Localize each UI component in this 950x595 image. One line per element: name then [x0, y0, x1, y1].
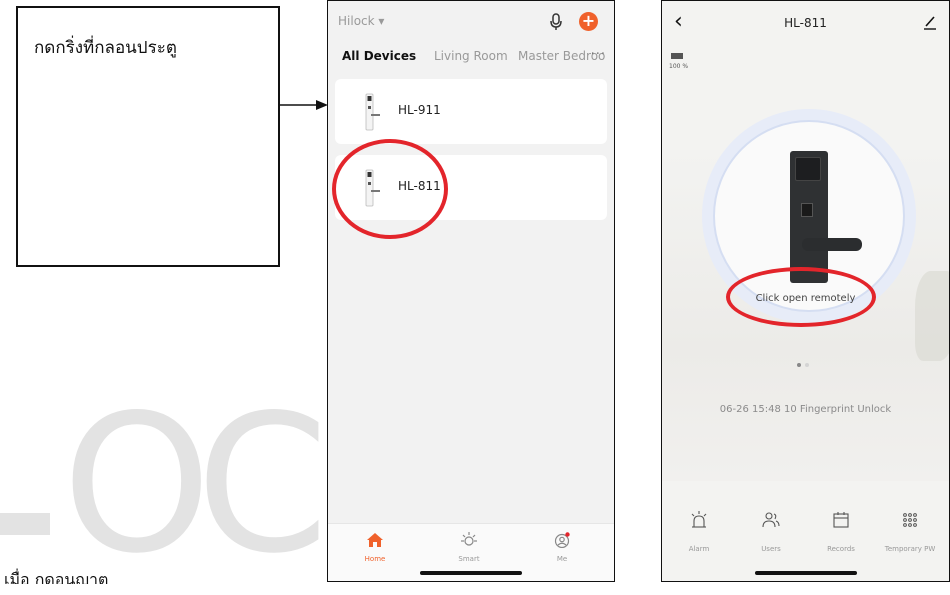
home-indicator [420, 571, 522, 575]
tab-living-room[interactable]: Living Room [434, 49, 508, 63]
add-device-button[interactable]: + [579, 12, 598, 31]
arrow-right-icon [280, 100, 328, 110]
action-label: Users [761, 545, 781, 553]
keypad-icon [903, 513, 917, 527]
temporary-password-button[interactable]: Temporary PW [875, 511, 945, 553]
home-selector[interactable]: Hilock ▾ [338, 14, 384, 28]
tab-me[interactable]: Me [537, 532, 587, 563]
battery-icon [671, 53, 683, 59]
more-tabs-icon[interactable]: ··· [591, 47, 606, 62]
action-label: Alarm [688, 545, 710, 553]
instruction-note: กดกริ่งที่กลอนประตู [16, 6, 280, 267]
device-list-screen: Hilock ▾ + All Devices Living Room Maste… [327, 0, 615, 582]
highlight-circle [726, 267, 876, 327]
tab-label: Smart [458, 555, 480, 563]
home-indicator [754, 571, 857, 575]
top-bar: Hilock ▾ + [338, 11, 604, 33]
tab-label: Me [556, 555, 568, 563]
header: ‹ HL-811 [662, 11, 949, 35]
watermark-letter: O [62, 374, 212, 595]
calendar-icon [833, 512, 849, 528]
tab-home[interactable]: Home [350, 532, 400, 563]
page-indicator [797, 352, 813, 371]
home-icon [367, 533, 383, 547]
tab-smart[interactable]: Smart [444, 532, 494, 563]
profile-icon [554, 532, 570, 549]
highlight-circle [332, 139, 448, 239]
bottom-tab-bar: Home Smart Me [328, 523, 614, 581]
device-name: HL-911 [398, 103, 441, 117]
edit-pencil-icon[interactable] [923, 14, 937, 30]
alarm-button[interactable]: Alarm [664, 511, 734, 553]
users-button[interactable]: Users [736, 511, 806, 553]
room-tabs: All Devices Living Room Master Bedroo ··… [342, 47, 608, 69]
action-label: Records [827, 545, 855, 553]
watermark-bar [0, 513, 50, 535]
lock-display [795, 157, 821, 181]
latest-record: 06-26 15:48 10 Fingerprint Unlock [719, 404, 892, 415]
alarm-icon [691, 511, 707, 528]
lock-detail-screen: ‹ HL-811 100 % Click open remotely 06-26… [661, 0, 950, 582]
watermark-letter: C [196, 374, 329, 595]
microphone-icon[interactable] [548, 13, 564, 31]
bottom-caption: เมื่อ กดอนุญาต [4, 570, 109, 584]
users-icon [762, 512, 780, 528]
instruction-text: กดกริ่งที่กลอนประตู [34, 38, 177, 58]
action-label: Temporary PW [884, 545, 936, 553]
tab-all-devices[interactable]: All Devices [342, 49, 416, 63]
watermark: O C [0, 380, 330, 580]
fingerprint-sensor [801, 203, 813, 217]
page-dot [797, 363, 801, 367]
tab-label: Home [364, 555, 386, 563]
action-bar: Alarm Users Records Temporary PW [662, 511, 949, 561]
battery-level: 100 % [669, 63, 689, 70]
records-button[interactable]: Records [806, 511, 876, 553]
lock-handle [802, 238, 862, 251]
page-dot [805, 363, 809, 367]
page-title: HL-811 [784, 16, 827, 30]
sun-icon [461, 532, 477, 546]
background-plant [915, 271, 949, 361]
lock-thumbnail-icon [365, 93, 380, 131]
device-card-hl-911[interactable]: HL-911 [335, 79, 607, 144]
